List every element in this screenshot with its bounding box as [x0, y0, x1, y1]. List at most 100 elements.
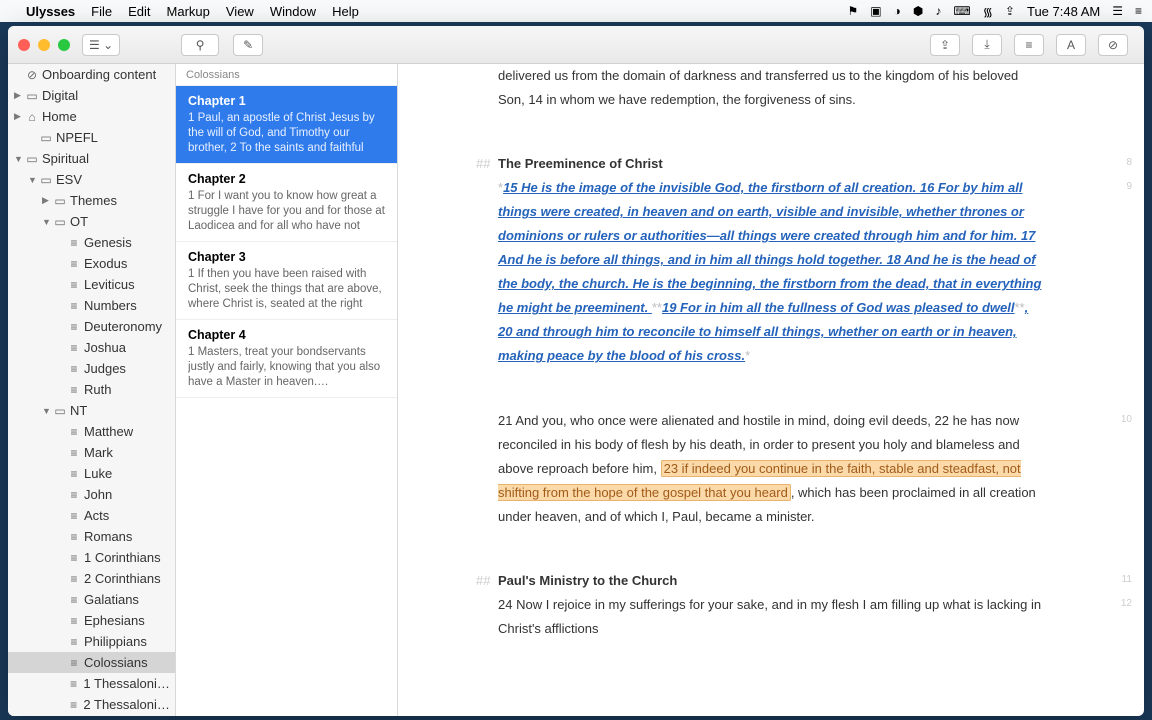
- sidebar-item[interactable]: ≡Ephesians: [8, 610, 175, 631]
- line-number: 11: [1122, 571, 1132, 590]
- status-icon[interactable]: ⬢: [913, 4, 923, 18]
- sidebar-item[interactable]: ▼▭ESV: [8, 169, 175, 190]
- disclosure-arrow-icon[interactable]: ▼: [42, 217, 52, 227]
- folder-icon: ≡: [66, 593, 82, 607]
- sheet-item[interactable]: Chapter 11 Paul, an apostle of Christ Je…: [176, 86, 397, 164]
- sidebar-item[interactable]: ≡Acts: [8, 505, 175, 526]
- menu-help[interactable]: Help: [332, 4, 359, 19]
- folder-icon: ≡: [66, 614, 82, 628]
- body-text[interactable]: delivered us from the domain of darkness…: [498, 64, 1044, 112]
- sidebar-item[interactable]: ≡1 Thessalonia…: [8, 673, 175, 694]
- sidebar-item-label: Colossians: [84, 655, 148, 670]
- sidebar-item-label: Ruth: [84, 382, 111, 397]
- sidebar-item[interactable]: ≡Ruth: [8, 379, 175, 400]
- folder-icon: ≡: [66, 572, 82, 586]
- folder-icon: ▭: [24, 152, 40, 166]
- menu-window[interactable]: Window: [270, 4, 316, 19]
- sheet-item[interactable]: Chapter 21 For I want you to know how gr…: [176, 164, 397, 242]
- sheet-title: Chapter 4: [188, 328, 385, 342]
- heading[interactable]: ## Paul's Ministry to the Church 11: [498, 569, 1044, 593]
- sidebar-item-label: John: [84, 487, 112, 502]
- sidebar-item[interactable]: ≡John: [8, 484, 175, 505]
- macos-menubar: Ulysses File Edit Markup View Window Hel…: [0, 0, 1152, 22]
- library-sidebar[interactable]: ⊘Onboarding content▶▭Digital▶⌂Home▭NPEFL…: [8, 64, 176, 716]
- menu-file[interactable]: File: [91, 4, 112, 19]
- disclosure-arrow-icon[interactable]: ▶: [14, 111, 24, 122]
- menu-markup[interactable]: Markup: [167, 4, 210, 19]
- sidebar-item[interactable]: ≡2 Corinthians: [8, 568, 175, 589]
- sidebar-item[interactable]: ▶▭Digital: [8, 85, 175, 106]
- sheet-item[interactable]: Chapter 31 If then you have been raised …: [176, 242, 397, 320]
- close-window-button[interactable]: [18, 39, 30, 51]
- disclosure-arrow-icon[interactable]: ▼: [14, 154, 24, 164]
- status-icon[interactable]: ⌨: [953, 4, 970, 18]
- spotlight-icon[interactable]: ☰: [1112, 4, 1123, 18]
- minimize-window-button[interactable]: [38, 39, 50, 51]
- sidebar-item[interactable]: ≡1 Corinthians: [8, 547, 175, 568]
- folder-icon: ≡: [66, 530, 82, 544]
- sidebar-item-label: Joshua: [84, 340, 126, 355]
- folder-icon: ▭: [52, 215, 68, 229]
- status-icon[interactable]: ⇪: [1005, 4, 1015, 18]
- sidebar-item[interactable]: ≡Genesis: [8, 232, 175, 253]
- sidebar-item[interactable]: ▶▭Themes: [8, 190, 175, 211]
- sidebar-item[interactable]: ≡Judges: [8, 358, 175, 379]
- status-icon[interactable]: ▣: [870, 4, 881, 18]
- sidebar-item[interactable]: ≡Joshua: [8, 337, 175, 358]
- disclosure-arrow-icon[interactable]: ▶: [42, 195, 52, 206]
- list-button[interactable]: ≡: [1014, 34, 1044, 56]
- sidebar-item[interactable]: ≡Philippians: [8, 631, 175, 652]
- disclosure-arrow-icon[interactable]: ▼: [42, 406, 52, 416]
- sidebar-item[interactable]: ▼▭NT: [8, 400, 175, 421]
- editor-pane[interactable]: delivered us from the domain of darkness…: [398, 64, 1144, 716]
- sidebar-item[interactable]: ≡Deuteronomy: [8, 316, 175, 337]
- sidebar-item[interactable]: ≡Colossians: [8, 652, 175, 673]
- menubar-clock[interactable]: Tue 7:48 AM: [1027, 4, 1100, 19]
- sidebar-item[interactable]: ⊘Onboarding content: [8, 64, 175, 85]
- folder-icon: ▭: [52, 194, 68, 208]
- sheet-preview: 1 Paul, an apostle of Christ Jesus by th…: [188, 111, 385, 155]
- sidebar-item[interactable]: ▭NPEFL: [8, 127, 175, 148]
- status-icon[interactable]: ♪: [935, 4, 941, 18]
- sheet-list[interactable]: Colossians Chapter 11 Paul, an apostle o…: [176, 64, 398, 716]
- menu-view[interactable]: View: [226, 4, 254, 19]
- sidebar-item[interactable]: ≡Leviticus: [8, 274, 175, 295]
- body-text[interactable]: *15 He is the image of the invisible God…: [498, 176, 1044, 368]
- sidebar-item[interactable]: ≡Mark: [8, 442, 175, 463]
- sheet-item[interactable]: Chapter 41 Masters, treat your bondserva…: [176, 320, 397, 398]
- compose-button[interactable]: ✎: [233, 34, 263, 56]
- heading[interactable]: ## The Preeminence of Christ 8: [498, 152, 1044, 176]
- notification-icon[interactable]: ≡: [1135, 4, 1142, 18]
- app-name[interactable]: Ulysses: [26, 4, 75, 19]
- folder-icon: ⊘: [24, 68, 40, 82]
- fullscreen-window-button[interactable]: [58, 39, 70, 51]
- status-icon[interactable]: ⚑: [848, 4, 859, 18]
- attachment-button[interactable]: ⊘: [1098, 34, 1128, 56]
- sidebar-item[interactable]: ≡Numbers: [8, 295, 175, 316]
- typography-button[interactable]: A: [1056, 34, 1086, 56]
- search-button[interactable]: ⚲: [181, 34, 219, 56]
- main-content: ⊘Onboarding content▶▭Digital▶⌂Home▭NPEFL…: [8, 64, 1144, 716]
- line-number: 10: [1121, 411, 1132, 430]
- menu-edit[interactable]: Edit: [128, 4, 150, 19]
- sidebar-item[interactable]: ≡Luke: [8, 463, 175, 484]
- sidebar-item[interactable]: ▼▭Spiritual: [8, 148, 175, 169]
- sidebar-item[interactable]: ≡Matthew: [8, 421, 175, 442]
- sidebar-item[interactable]: ▼▭OT: [8, 211, 175, 232]
- sidebar-item[interactable]: ≡Galatians: [8, 589, 175, 610]
- sidebar-item-label: Spiritual: [42, 151, 89, 166]
- share-button[interactable]: ⇪: [930, 34, 960, 56]
- sidebar-item[interactable]: ▶⌂Home: [8, 106, 175, 127]
- sidebar-item[interactable]: ≡Exodus: [8, 253, 175, 274]
- disclosure-arrow-icon[interactable]: ▶: [14, 90, 24, 101]
- sidebar-toggle-button[interactable]: ☰ ⌄: [82, 34, 120, 56]
- status-icon[interactable]: ◑: [894, 4, 901, 18]
- sidebar-item[interactable]: ≡Romans: [8, 526, 175, 547]
- body-text[interactable]: 24 Now I rejoice in my sufferings for yo…: [498, 593, 1044, 641]
- status-icon[interactable]: ᯾: [983, 3, 993, 20]
- sidebar-item[interactable]: ≡2 Thessalonia…: [8, 694, 175, 715]
- sidebar-item-label: Deuteronomy: [84, 319, 162, 334]
- body-text[interactable]: 21 And you, who once were alienated and …: [498, 409, 1044, 529]
- export-button[interactable]: ⤓: [972, 34, 1002, 56]
- disclosure-arrow-icon[interactable]: ▼: [28, 175, 38, 185]
